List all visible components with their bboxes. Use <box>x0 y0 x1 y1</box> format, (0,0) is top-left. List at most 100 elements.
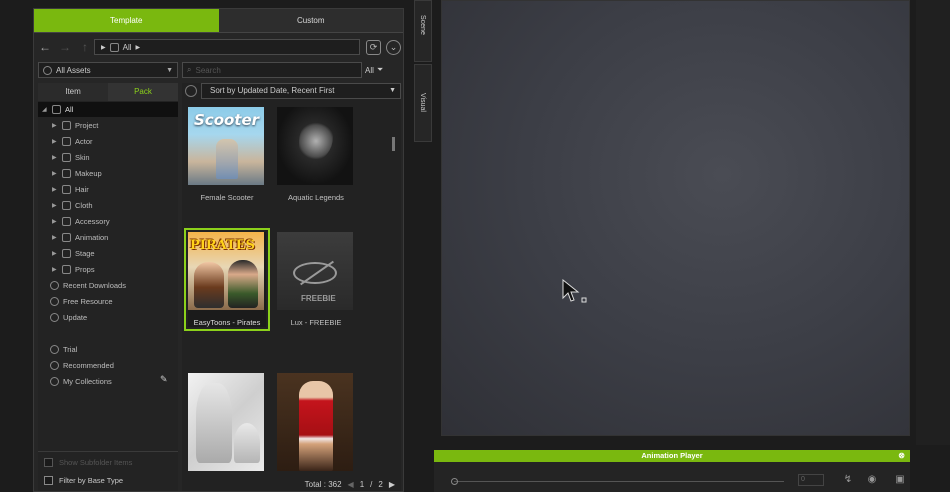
tree-item-stage[interactable]: ▶ Stage <box>38 246 95 261</box>
search-scope-label: All <box>365 65 374 75</box>
tree-item-all[interactable]: ◢ All <box>38 102 178 117</box>
3d-viewport[interactable] <box>441 0 910 436</box>
expand-right-icon[interactable]: ▶ <box>52 250 58 257</box>
app-root: Template Custom ← → ↑ ▶ All ▶ ⟳ ⌄ All As… <box>0 0 950 492</box>
animation-player-title: Animation Player <box>641 451 703 460</box>
asset-thumbnail <box>277 107 353 185</box>
filter-icon[interactable]: ⏷ <box>377 65 383 75</box>
tree-item-animation-label: Animation <box>75 233 109 242</box>
frame-input[interactable]: 0 <box>798 474 824 486</box>
asset-card[interactable]: Aquatic Legends <box>277 107 355 202</box>
tree-link2-0[interactable]: Trial <box>38 342 77 357</box>
tab-visual[interactable]: Visual <box>414 64 432 142</box>
tree-item-cloth[interactable]: ▶ Cloth <box>38 198 93 213</box>
loop-icon[interactable]: ↯ <box>842 474 854 486</box>
asset-name: Female Scooter <box>200 193 254 202</box>
category-icon <box>62 137 71 146</box>
tree-item-makeup[interactable]: ▶ Makeup <box>38 166 102 181</box>
sort-dropdown[interactable]: Sort by Updated Date, Recent First ▼ <box>201 83 401 99</box>
close-icon[interactable]: ⊗ <box>898 450 905 462</box>
tree-link2-1[interactable]: Recommended <box>38 358 114 373</box>
tree-item-cloth-label: Cloth <box>75 201 93 210</box>
tree-item-skin[interactable]: ▶ Skin <box>38 150 90 165</box>
tab-scene[interactable]: Scene <box>414 0 432 62</box>
asset-filter-dropdown[interactable]: All Assets ▼ <box>38 62 178 78</box>
tree-item-props-label: Props <box>75 265 95 274</box>
top-tabs: Template Custom <box>34 9 403 33</box>
tree-item-skin-label: Skin <box>75 153 90 162</box>
current-page[interactable]: 1 <box>360 480 364 489</box>
expand-right-icon[interactable]: ▶ <box>52 202 58 209</box>
sculpt-figure <box>196 383 232 463</box>
grid-scrollbar[interactable] <box>392 137 395 151</box>
expand-right-icon[interactable]: ▶ <box>52 138 58 145</box>
camera-icon[interactable]: ◉ <box>866 474 878 486</box>
timeline-track[interactable] <box>454 481 784 482</box>
prev-page-icon[interactable]: ◀ <box>348 480 354 489</box>
expand-right-icon[interactable]: ▶ <box>52 266 58 273</box>
path-label: All <box>122 42 132 52</box>
tab-pack[interactable]: Pack <box>108 83 178 101</box>
path-breadcrumb[interactable]: ▶ All ▶ <box>94 39 360 55</box>
show-subfolder-toggle[interactable]: Show Subfolder Items <box>44 458 132 467</box>
sort-icon[interactable] <box>185 85 197 97</box>
up-arrow-icon[interactable]: ↑ <box>78 40 92 54</box>
expand-right-icon[interactable]: ▶ <box>52 122 58 129</box>
asset-thumbnail <box>188 373 264 471</box>
tab-custom[interactable]: Custom <box>218 9 403 33</box>
tree-item-actor-label: Actor <box>75 137 93 146</box>
chevron-down-icon: ▼ <box>166 66 173 74</box>
tree-item-project[interactable]: ▶ Project <box>38 118 98 133</box>
refresh-button[interactable]: ⟳ <box>366 40 381 55</box>
tree-link-0[interactable]: Recent Downloads <box>38 278 126 293</box>
link-icon <box>50 361 59 370</box>
options-button[interactable]: ⌄ <box>386 40 401 55</box>
scooter-figure <box>216 139 238 179</box>
asset-card[interactable]: FREEBIE Lux - FREEBIE <box>277 232 355 327</box>
next-page-icon[interactable]: ▶ <box>389 480 395 489</box>
expand-right-icon[interactable]: ▶ <box>52 186 58 193</box>
edit-pencil-icon[interactable]: ✎ <box>160 374 168 385</box>
checkbox[interactable] <box>44 476 53 485</box>
tree-link2-2[interactable]: My Collections <box>38 374 112 389</box>
thumb-title: FREEBIE <box>301 294 336 303</box>
asset-thumbnail: FREEBIE <box>277 232 353 310</box>
search-scope[interactable]: All ⏷ <box>365 62 399 78</box>
nav-row: ← → ↑ ▶ All ▶ ⟳ ⌄ <box>38 39 401 55</box>
tree-item-makeup-label: Makeup <box>75 169 102 178</box>
timeline-knob[interactable] <box>451 478 458 485</box>
sort-row: Sort by Updated Date, Recent First ▼ <box>182 83 401 99</box>
forward-arrow-icon[interactable]: → <box>58 40 72 54</box>
search-input[interactable]: ⌕ Search <box>182 62 362 78</box>
tree-item-props[interactable]: ▶ Props <box>38 262 95 277</box>
back-arrow-icon[interactable]: ← <box>38 40 52 54</box>
expand-right-icon[interactable]: ▶ <box>52 218 58 225</box>
filter-base-type-toggle[interactable]: Filter by Base Type <box>44 476 123 485</box>
expand-down-icon[interactable]: ◢ <box>42 106 48 113</box>
asset-card[interactable]: Scooter Female Scooter <box>188 107 266 202</box>
tree-item-actor[interactable]: ▶ Actor <box>38 134 93 149</box>
window-icon[interactable]: ▣ <box>894 474 906 486</box>
expand-right-icon[interactable]: ▶ <box>52 234 58 241</box>
category-icon <box>62 201 71 210</box>
sculpt-figure-2 <box>234 423 260 463</box>
checkbox[interactable] <box>44 458 53 467</box>
expand-right-icon[interactable]: ▶ <box>52 170 58 177</box>
asset-card[interactable] <box>188 373 266 471</box>
link-icon <box>50 377 59 386</box>
tree-item-accessory[interactable]: ▶ Accessory <box>38 214 110 229</box>
tree-item-animation[interactable]: ▶ Animation <box>38 230 108 245</box>
chevron-down-icon: ▼ <box>389 87 396 94</box>
sort-label: Sort by Updated Date, Recent First <box>210 86 335 95</box>
expand-right-icon[interactable]: ▶ <box>52 154 58 161</box>
asset-card[interactable] <box>277 373 355 471</box>
tab-item[interactable]: Item <box>38 83 108 101</box>
thumb-title: Scooter <box>194 111 260 129</box>
asset-card[interactable]: PIRATES EasyToons - Pirates <box>184 228 270 331</box>
filter-base-type-label: Filter by Base Type <box>59 476 124 485</box>
side-tabs: Scene Visual <box>414 0 432 142</box>
tree-link-2[interactable]: Update <box>38 310 87 325</box>
tree-link-1[interactable]: Free Resource <box>38 294 113 309</box>
tree-item-hair[interactable]: ▶ Hair <box>38 182 89 197</box>
tab-template[interactable]: Template <box>34 9 219 33</box>
